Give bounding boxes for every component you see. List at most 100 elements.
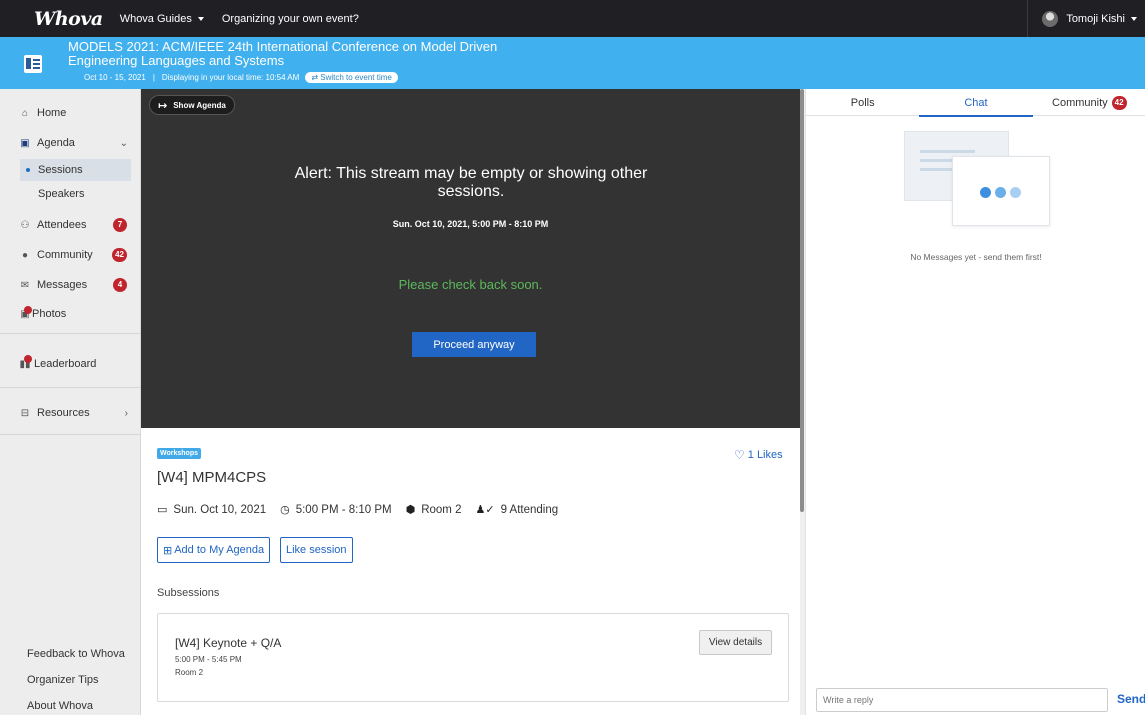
sidebar-item-community[interactable]: ● Community 42 <box>0 243 141 267</box>
video-player: ↦ Show Agenda Alert: This stream may be … <box>141 89 800 428</box>
sidebar-divider <box>0 387 141 388</box>
empty-chat-message: No Messages yet - send them first! <box>910 252 1042 262</box>
typing-bubble-icon <box>952 156 1050 226</box>
briefcase-icon: ⊟ <box>20 407 30 419</box>
tab-community[interactable]: Community 42 <box>1033 89 1145 116</box>
community-tab-badge: 42 <box>1111 95 1127 110</box>
messages-count-badge: 4 <box>113 278 127 292</box>
arrow-right-bar-icon: ↦ <box>158 99 168 112</box>
subsession-room: Room 2 <box>175 668 204 677</box>
sidebar-item-label: Attendees <box>37 219 87 231</box>
text-line <box>920 150 975 153</box>
show-agenda-label: Show Agenda <box>173 100 226 110</box>
clock-icon: ◷ <box>280 504 290 516</box>
top-bar: Whova Whova Guides Organizing your own e… <box>0 0 1145 37</box>
camera-icon: ▣ <box>18 305 32 320</box>
chevron-down-icon: ⌄ <box>119 137 128 149</box>
people-icon: ⚇ <box>20 219 30 231</box>
sidebar-item-label: Photos <box>32 308 67 320</box>
tab-polls[interactable]: Polls <box>806 89 919 116</box>
switch-event-time-button[interactable]: ⇄ Switch to event time <box>305 72 398 83</box>
sidebar: ⌂ Home ▣ Agenda ⌄ Sessions Speakers ⚇ At… <box>0 89 141 715</box>
sidebar-item-agenda[interactable]: ▣ Agenda ⌄ <box>0 131 141 155</box>
session-attending-text: 9 Attending <box>500 503 559 516</box>
calendar-icon: ▭ <box>157 504 168 516</box>
event-banner: MODELS 2021: ACM/IEEE 24th International… <box>0 37 1145 89</box>
session-time-text: 5:00 PM - 8:10 PM <box>295 503 392 516</box>
session-room-text: Room 2 <box>421 503 462 516</box>
add-to-agenda-button[interactable]: ⊞ Add to My Agenda <box>157 537 271 563</box>
subsessions-heading: Subsessions <box>157 587 220 599</box>
session-title: [W4] MPM4CPS <box>157 469 267 486</box>
like-session-button[interactable]: Like session <box>280 537 353 563</box>
calendar-icon: ▣ <box>20 137 30 149</box>
whova-logo[interactable]: Whova <box>34 8 103 30</box>
right-panel: Polls Chat Community 42 No Messages yet … <box>805 89 1145 715</box>
typing-dot <box>980 187 991 198</box>
event-logo <box>24 55 42 73</box>
subsession-title: [W4] Keynote + Q/A <box>175 636 282 650</box>
likes-button[interactable]: ♡ 1 Likes <box>734 448 783 462</box>
new-dot-icon <box>24 305 32 314</box>
chat-empty-illustration <box>904 131 1054 241</box>
calendar-plus-icon: ⊞ <box>163 544 173 557</box>
user-avatar <box>1042 10 1059 27</box>
about-whova-link[interactable]: About Whova <box>27 700 93 712</box>
attendees-count-badge: 7 <box>113 218 127 232</box>
view-details-button[interactable]: View details <box>699 630 772 655</box>
sidebar-item-messages[interactable]: ✉ Messages 4 <box>0 273 141 297</box>
sidebar-item-label: Leaderboard <box>34 358 97 370</box>
top-nav: Whova Guides Organizing your own event? <box>120 13 377 25</box>
proceed-anyway-button[interactable]: Proceed anyway <box>412 332 536 357</box>
organizing-event-link[interactable]: Organizing your own event? <box>222 13 359 25</box>
caret-down-icon <box>197 16 204 21</box>
subsession-card: [W4] Keynote + Q/A 5:00 PM - 5:45 PM Roo… <box>157 613 789 702</box>
sidebar-item-sessions[interactable]: Sessions <box>20 159 131 181</box>
add-to-agenda-label: Add to My Agenda <box>174 544 265 556</box>
sidebar-divider <box>0 333 141 334</box>
sidebar-item-attendees[interactable]: ⚇ Attendees 7 <box>0 213 141 237</box>
event-meta: Oct 10 - 15, 2021 | Displaying in your l… <box>84 72 398 83</box>
typing-dot <box>1010 187 1021 198</box>
event-dates: Oct 10 - 15, 2021 <box>84 73 146 82</box>
tab-community-label: Community <box>1052 96 1108 109</box>
location-pin-icon: ⬢ <box>405 504 416 516</box>
sidebar-item-label: Sessions <box>38 164 83 176</box>
active-dot-icon <box>26 168 30 172</box>
sidebar-item-speakers[interactable]: Speakers <box>20 183 131 205</box>
envelope-icon: ✉ <box>20 279 30 291</box>
send-button[interactable]: Send <box>1117 692 1145 706</box>
organizer-tips-link[interactable]: Organizer Tips <box>27 674 99 686</box>
session-room: ⬢ Room 2 <box>405 503 462 517</box>
leaderboard-icon: ▮▮ <box>18 354 32 370</box>
session-attending[interactable]: ♟✓ 9 Attending <box>475 503 559 517</box>
sidebar-item-label: Agenda <box>37 137 75 149</box>
event-title: MODELS 2021: ACM/IEEE 24th International… <box>68 39 498 68</box>
tab-chat[interactable]: Chat <box>919 89 1033 117</box>
reply-input[interactable] <box>816 688 1108 712</box>
swap-icon: ⇄ <box>311 73 321 82</box>
session-tag[interactable]: Workshops <box>157 448 201 459</box>
sidebar-item-leaderboard[interactable]: ▮▮ Leaderboard <box>0 352 141 376</box>
home-icon: ⌂ <box>21 107 29 119</box>
likes-count: 1 Likes <box>747 449 783 461</box>
scrollbar-thumb[interactable] <box>800 89 804 512</box>
user-menu[interactable]: Tomoji Kishi <box>1027 0 1137 37</box>
session-date: ▭ Sun. Oct 10, 2021 <box>157 503 266 517</box>
feedback-link[interactable]: Feedback to Whova <box>27 648 125 660</box>
chevron-right-icon: › <box>124 407 128 419</box>
sidebar-item-label: Speakers <box>38 188 85 200</box>
heart-icon: ♡ <box>734 448 745 462</box>
whova-guides-menu[interactable]: Whova Guides <box>120 13 204 25</box>
local-time: Displaying in your local time: 10:54 AM <box>161 73 300 82</box>
sidebar-item-resources[interactable]: ⊟ Resources › <box>0 401 141 425</box>
stream-alert: Alert: This stream may be empty or showi… <box>294 165 648 200</box>
sidebar-item-photos[interactable]: ▣ Photos <box>0 302 141 326</box>
sidebar-divider <box>0 434 141 435</box>
person-check-icon: ♟✓ <box>475 504 495 516</box>
sidebar-item-label: Home <box>37 107 67 119</box>
sidebar-item-home[interactable]: ⌂ Home <box>0 101 141 125</box>
show-agenda-button[interactable]: ↦ Show Agenda <box>149 95 235 115</box>
typing-dot <box>995 187 1006 198</box>
subsession-time: 5:00 PM - 5:45 PM <box>175 655 242 664</box>
